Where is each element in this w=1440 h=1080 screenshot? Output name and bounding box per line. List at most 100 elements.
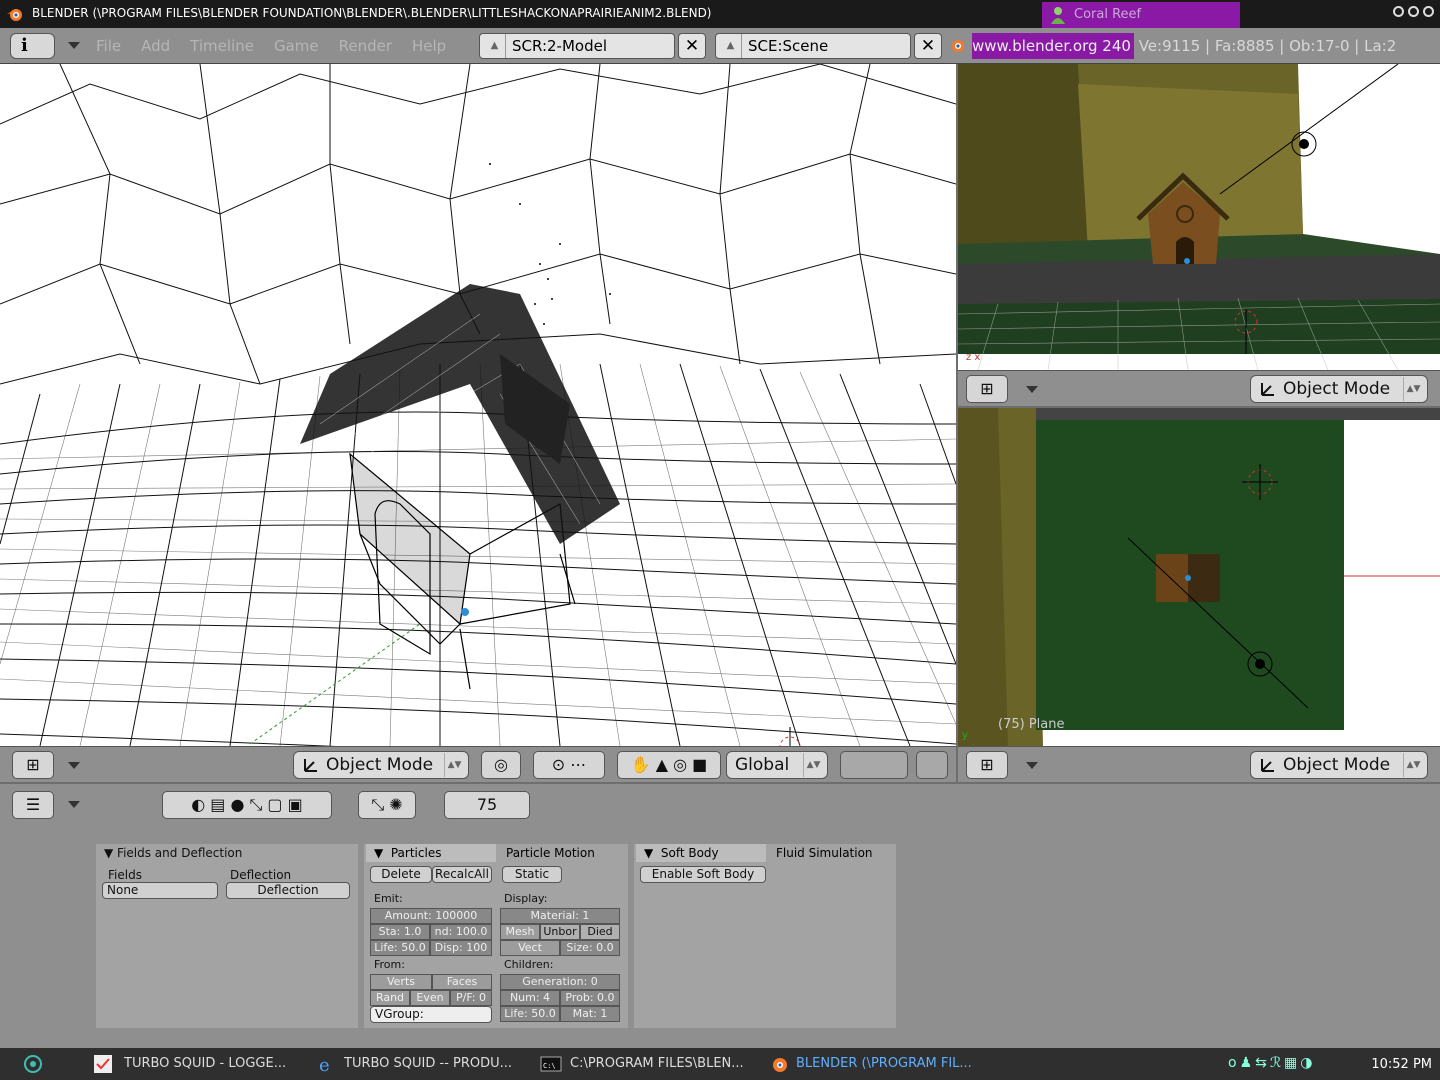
task-turbosquid-product[interactable]: TURBO SQUID -- PRODU... — [344, 1056, 512, 1071]
main-3d-viewport[interactable] — [0, 64, 956, 746]
recalc-all-button[interactable]: RecalcAll — [432, 866, 492, 883]
ie-task-icon: e — [319, 1055, 330, 1075]
num-field[interactable]: Num: 4 — [500, 990, 560, 1006]
rand-toggle[interactable]: Rand — [370, 990, 410, 1006]
menu-timeline[interactable]: Timeline — [190, 37, 254, 55]
close-button[interactable] — [1423, 6, 1434, 17]
top-viewport[interactable]: y — [958, 408, 1440, 746]
unborn-toggle[interactable]: Unbor — [540, 924, 580, 940]
frame-number[interactable]: 75 — [477, 795, 497, 814]
scene-name[interactable]: SCE:Scene — [748, 34, 828, 58]
even-toggle[interactable]: Even — [410, 990, 450, 1006]
deflection-toggle[interactable]: Deflection — [226, 882, 350, 899]
window-title: BLENDER (\PROGRAM FILES\BLENDER FOUNDATI… — [32, 6, 712, 20]
task-blender[interactable]: BLENDER (\PROGRAM FIL... — [796, 1056, 972, 1071]
screen-browse-icon[interactable]: ▲ — [484, 34, 506, 58]
generation-field[interactable]: Generation: 0 — [500, 974, 620, 990]
camera-viewport[interactable]: z x — [958, 64, 1440, 370]
buddy-icon — [1051, 7, 1065, 24]
pivot-icon[interactable]: ⊙ ⋯ — [533, 751, 605, 779]
notification-text: Coral Reef — [1074, 7, 1142, 22]
object-mode-select[interactable]: Object Mode ▲▼ — [293, 751, 469, 779]
scene-stats: Ve:9115 | Fa:8885 | Ob:17-0 | La:2 — [1133, 37, 1397, 55]
mode-label: Object Mode — [1283, 755, 1391, 775]
maximize-button[interactable] — [1408, 6, 1419, 17]
enable-softbody-toggle[interactable]: Enable Soft Body — [640, 866, 766, 883]
browser-task-icon — [94, 1055, 112, 1073]
view-menu-toggle-icon[interactable] — [1026, 762, 1038, 769]
field-type-select[interactable]: None — [102, 882, 218, 899]
layer-lock-button[interactable] — [916, 751, 948, 779]
menu-render[interactable]: Render — [339, 37, 392, 55]
disp-field[interactable]: Disp: 100 — [430, 940, 492, 956]
menu-help[interactable]: Help — [412, 37, 446, 55]
grid-view-icon[interactable]: ⊞ — [966, 375, 1008, 403]
svg-text:z x: z x — [966, 352, 980, 363]
vgroup-field[interactable]: VGroup: — [370, 1006, 492, 1023]
main-menu: File Add Timeline Game Render Help — [96, 37, 446, 55]
menu-add[interactable]: Add — [141, 37, 170, 55]
system-tray-icons[interactable]: o♟⇆ℛ▦◑ — [1228, 1055, 1315, 1071]
orientation-select[interactable]: Global ▲▼ — [726, 751, 828, 779]
tab-soft-body[interactable]: ▼ Soft Body — [636, 844, 766, 862]
tab-fluid-simulation[interactable]: Fluid Simulation — [768, 844, 876, 862]
task-console[interactable]: C:\PROGRAM FILES\BLEN... — [570, 1056, 744, 1071]
scene-selector[interactable]: ▲ SCE:Scene ✕ — [715, 33, 942, 59]
start-button-icon[interactable] — [22, 1053, 44, 1075]
menu-game[interactable]: Game — [274, 37, 319, 55]
start-field[interactable]: Sta: 1.0 — [370, 924, 430, 940]
physics-buttons[interactable]: ⤡ ✺ — [358, 791, 416, 819]
panel-title[interactable]: ▼ Fields and Deflection — [104, 846, 242, 860]
transform-manipulator-icon[interactable]: ✋ ▲ ◎ ■ — [617, 751, 721, 779]
child-life-field[interactable]: Life: 50.0 — [500, 1006, 560, 1022]
life-field[interactable]: Life: 50.0 — [370, 940, 430, 956]
task-turbosquid-login[interactable]: TURBO SQUID - LOGGE... — [124, 1056, 286, 1071]
blender-task-icon — [773, 1058, 787, 1072]
window-type-button[interactable]: i — [10, 33, 55, 59]
delete-button[interactable]: Delete — [370, 866, 432, 883]
view-menu-toggle-icon[interactable] — [1026, 386, 1038, 393]
menu-file[interactable]: File — [96, 37, 121, 55]
screen-name[interactable]: SCR:2-Model — [512, 34, 607, 58]
screen-selector[interactable]: ▲ SCR:2-Model ✕ — [479, 33, 706, 59]
delete-screen-button[interactable]: ✕ — [678, 33, 706, 59]
died-toggle[interactable]: Died — [580, 924, 620, 940]
grid-view-icon[interactable]: ⊞ — [12, 751, 54, 779]
prob-field[interactable]: Prob: 0.0 — [560, 990, 620, 1006]
emit-label: Emit: — [374, 892, 403, 905]
frame-object-label: (75) Plane — [998, 717, 1065, 732]
3d-cursor-icon — [779, 727, 801, 746]
object-mode-select[interactable]: Object Mode ▲▼ — [1250, 751, 1428, 779]
grid-view-icon[interactable]: ⊞ — [966, 751, 1008, 779]
minimize-button[interactable] — [1393, 6, 1404, 17]
header-menu-toggle-icon[interactable] — [68, 801, 80, 808]
child-mat-field[interactable]: Mat: 1 — [560, 1006, 620, 1022]
faces-toggle[interactable]: Faces — [432, 974, 492, 990]
verts-toggle[interactable]: Verts — [370, 974, 432, 990]
notification-bar[interactable]: Coral Reef — [1042, 2, 1240, 28]
static-toggle[interactable]: Static — [502, 866, 562, 883]
view-menu-toggle-icon[interactable] — [68, 762, 80, 769]
window-controls[interactable] — [1393, 6, 1434, 17]
tab-particles[interactable]: ▼ Particles — [366, 844, 496, 862]
mesh-toggle[interactable]: Mesh — [500, 924, 540, 940]
object-mode-select[interactable]: Object Mode ▲▼ — [1250, 375, 1428, 403]
frame-field[interactable]: 75 — [444, 791, 530, 819]
buttons-window: ☰ ◐ ▤ ● ⤡ ▢ ▣ ⤡ ✺ 75 ▼ Fields and Deflec… — [0, 784, 1440, 1048]
window-type-icon[interactable]: ☰ — [12, 791, 54, 819]
collapse-menu-icon[interactable] — [68, 42, 80, 49]
draw-type-icon[interactable]: ◎ — [481, 751, 521, 779]
size-field[interactable]: Size: 0.0 — [560, 940, 620, 956]
scene-browse-icon[interactable]: ▲ — [720, 34, 742, 58]
layer-buttons[interactable] — [840, 751, 908, 779]
pf-field[interactable]: P/F: 0 — [450, 990, 492, 1006]
vect-toggle[interactable]: Vect — [500, 940, 560, 956]
material-field[interactable]: Material: 1 — [500, 908, 620, 924]
context-buttons[interactable]: ◐ ▤ ● ⤡ ▢ ▣ — [162, 791, 332, 819]
delete-scene-button[interactable]: ✕ — [914, 33, 942, 59]
particles-panel: ▼ Particles Particle Motion Delete Recal… — [364, 844, 628, 1028]
end-field[interactable]: nd: 100.0 — [430, 924, 492, 940]
rendered-scene: z x — [958, 64, 1440, 370]
tab-particle-motion[interactable]: Particle Motion — [498, 844, 626, 862]
amount-field[interactable]: Amount: 100000 — [370, 908, 492, 924]
